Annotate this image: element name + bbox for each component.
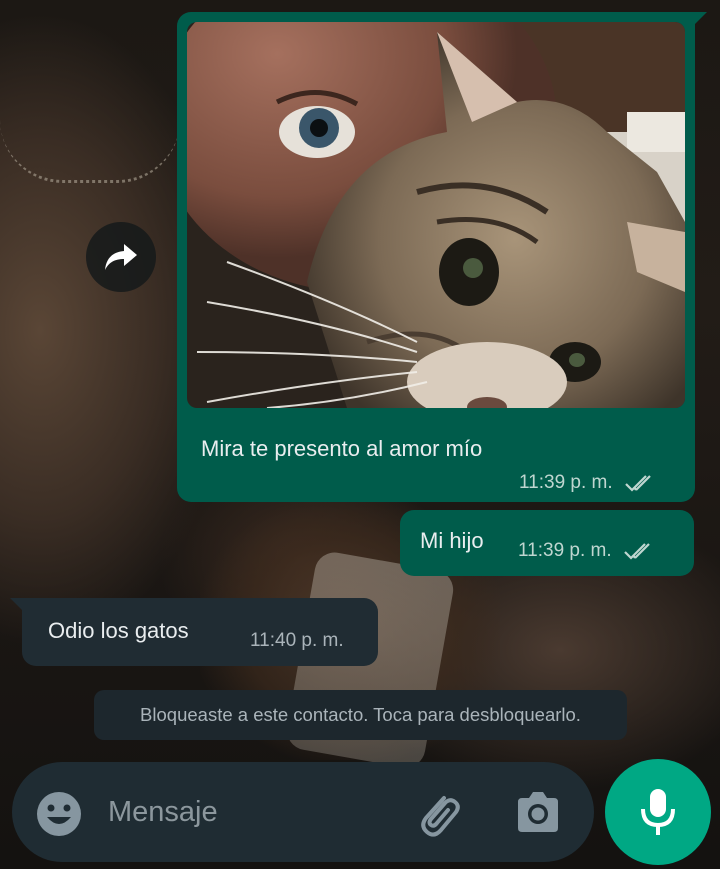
camera-icon[interactable] [514, 790, 562, 834]
photo-caption: Mira te presento al amor mío [201, 436, 483, 461]
message-time: 11:39 p. m. [518, 540, 612, 561]
message-time: 11:40 p. m. [250, 630, 344, 651]
microphone-icon [641, 789, 675, 835]
bubble-tail [10, 598, 24, 612]
double-check-icon [625, 475, 651, 492]
message-text: Mi hijo [420, 528, 484, 553]
text-message-bubble[interactable]: Mi hijo 11:39 p. m. [400, 510, 694, 576]
paperclip-icon[interactable] [412, 788, 464, 840]
message-composer [12, 762, 594, 862]
bubble-tail [693, 12, 707, 26]
message-meta: 11:39 p. m. [518, 540, 657, 562]
wallpaper-necklace [0, 120, 180, 183]
message-meta: 11:39 p. m. [519, 472, 658, 494]
double-check-icon [624, 543, 650, 560]
forward-arrow-icon [105, 244, 137, 270]
blocked-contact-notice[interactable]: Bloqueaste a este contacto. Toca para de… [94, 690, 627, 740]
chat-screen: Mira te presento al amor mío 11:39 p. m.… [0, 0, 720, 869]
message-input[interactable] [108, 790, 398, 834]
message-time: 11:39 p. m. [519, 472, 613, 493]
voice-record-button[interactable] [605, 759, 711, 865]
emoji-icon[interactable] [36, 791, 82, 837]
cat-photo[interactable] [187, 22, 685, 408]
message-text: Odio los gatos [48, 618, 189, 643]
text-message-bubble[interactable]: Odio los gatos 11:40 p. m. [10, 598, 378, 666]
photo-message-bubble[interactable]: Mira te presento al amor mío 11:39 p. m. [177, 12, 707, 502]
forward-button[interactable] [86, 222, 156, 292]
